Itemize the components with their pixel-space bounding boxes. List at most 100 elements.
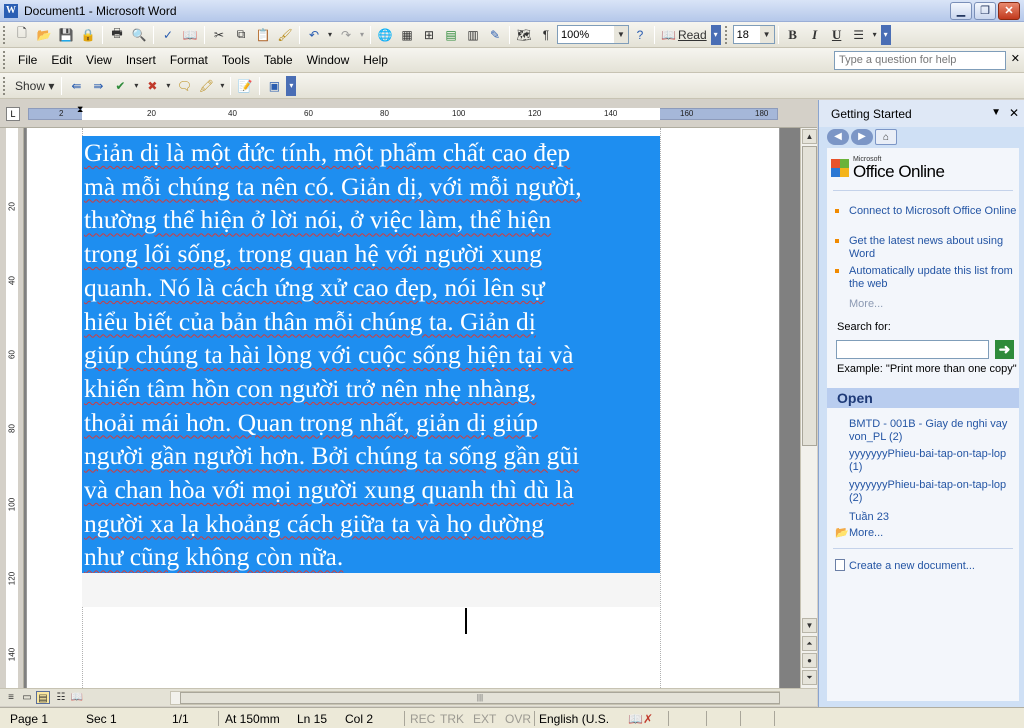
previous-change-icon[interactable]: ⇚ (66, 76, 86, 96)
status-rec[interactable]: REC (410, 712, 435, 726)
undo-dropdown-icon[interactable]: ▾ (326, 25, 334, 45)
create-new-document-link[interactable]: Create a new document... (849, 560, 1019, 573)
show-hide-icon[interactable]: ¶ (536, 25, 556, 45)
read-icon[interactable]: 📖 Read (659, 25, 709, 45)
accept-change-icon[interactable]: ✔ (110, 76, 130, 96)
menu-format[interactable]: Format (163, 53, 215, 67)
insert-table-icon[interactable]: ⊞ (419, 25, 439, 45)
recent-file[interactable]: yyyyyyyPhieu-bai-tap-on-tap-lop (2) (849, 479, 1019, 505)
line-spacing-icon[interactable]: ☰ (849, 25, 869, 45)
print-layout-icon[interactable]: ▤ (36, 691, 50, 704)
highlight-icon[interactable]: 🖍 (196, 76, 216, 96)
font-size-select[interactable]: 18 ▼ (732, 25, 775, 44)
recent-file[interactable]: Tuần 23 (849, 511, 1019, 524)
restore-button[interactable]: ❐ (974, 2, 996, 20)
vertical-scrollbar[interactable]: ▲ ▼ ⏶ ● ⏷ (800, 128, 817, 688)
spelling-status-icon[interactable]: 📖✗ (628, 712, 653, 726)
vertical-scroll-thumb[interactable] (802, 146, 817, 446)
toolbar-grip[interactable] (724, 25, 729, 44)
toolbar-options-icon[interactable]: ▾ (880, 24, 891, 45)
task-pane-menu-icon[interactable]: ▼ (991, 107, 1001, 118)
redo-dropdown-icon[interactable]: ▾ (358, 25, 366, 45)
read-label[interactable]: Read (678, 28, 707, 42)
task-pane-close-icon[interactable]: ✕ (1009, 106, 1019, 120)
menu-edit[interactable]: Edit (44, 53, 79, 67)
menu-tools[interactable]: Tools (215, 53, 257, 67)
highlight-dropdown-icon[interactable]: ▾ (218, 76, 226, 96)
status-ext[interactable]: EXT (473, 712, 496, 726)
format-painter-icon[interactable]: 🖌 (275, 25, 295, 45)
forward-icon[interactable]: ▶ (851, 129, 873, 145)
scroll-up-icon[interactable]: ▲ (802, 129, 817, 144)
task-pane-title[interactable]: Getting Started (831, 107, 912, 121)
document-map-icon[interactable]: 🗺 (514, 25, 534, 45)
cut-icon[interactable]: ✂ (209, 25, 229, 45)
insert-comment-icon[interactable]: 🗨 (174, 76, 194, 96)
redo-icon[interactable]: ↷ (336, 25, 356, 45)
print-preview-icon[interactable]: 🔍 (129, 25, 149, 45)
recent-file[interactable]: BMTD - 001B - Giay de nghi vay von_PL (2… (849, 418, 1019, 444)
undo-icon[interactable]: ↶ (304, 25, 324, 45)
reading-layout-icon[interactable]: 📖 (70, 691, 84, 704)
recent-file[interactable]: yyyyyyyPhieu-bai-tap-on-tap-lop (1) (849, 448, 1019, 474)
zoom-select[interactable]: 100% ▼ (557, 25, 629, 44)
word-app-icon[interactable]: W (4, 3, 18, 18)
toolbar-grip[interactable] (3, 25, 7, 44)
menu-file[interactable]: File (11, 53, 44, 67)
previous-page-icon[interactable]: ⏶ (802, 636, 817, 651)
document-body[interactable]: Giản dị là một đức tính, một phẩm chất c… (84, 136, 658, 574)
office-online-logo[interactable]: Microsoft Office Online (831, 156, 945, 180)
research-icon[interactable]: 📖 (180, 25, 200, 45)
back-icon[interactable]: ◀ (827, 129, 849, 145)
status-trk[interactable]: TRK (440, 712, 464, 726)
close-document-icon[interactable]: ✕ (1011, 52, 1020, 65)
link-auto-update[interactable]: Automatically update this list from the … (849, 265, 1019, 291)
copy-icon[interactable]: ⧉ (231, 25, 251, 45)
close-button[interactable]: ✕ (998, 2, 1020, 20)
track-changes-icon[interactable]: 📝 (235, 76, 255, 96)
home-icon[interactable]: ⌂ (875, 129, 897, 145)
print-icon[interactable]: 🖶 (107, 25, 127, 45)
horizontal-scroll-thumb[interactable]: ||| (180, 692, 780, 704)
link-latest-news[interactable]: Get the latest news about using Word (849, 235, 1019, 261)
menu-grip[interactable] (3, 51, 7, 69)
menu-table[interactable]: Table (257, 53, 300, 67)
drawing-icon[interactable]: ✎ (485, 25, 505, 45)
permission-icon[interactable]: 🔒 (78, 25, 98, 45)
toolbar-options-icon[interactable]: ▾ (710, 24, 721, 45)
more-link[interactable]: More... (849, 298, 883, 310)
minimize-button[interactable]: ▁ (950, 2, 972, 20)
open-more-link[interactable]: More... (849, 527, 1019, 540)
toolbar-options-icon[interactable]: ▾ (286, 75, 297, 96)
help-icon[interactable]: ? (630, 25, 650, 45)
indent-marker-icon[interactable]: ⧗ (77, 104, 83, 115)
link-connect-office-online[interactable]: Connect to Microsoft Office Online (849, 205, 1019, 218)
italic-button[interactable]: I (805, 25, 825, 45)
tab-selector-icon[interactable]: L (6, 107, 20, 121)
chevron-down-icon[interactable]: ▼ (614, 26, 628, 43)
new-document-icon[interactable]: 🗋 (12, 25, 32, 45)
save-icon[interactable]: 💾 (56, 25, 76, 45)
normal-view-icon[interactable]: ≡ (4, 691, 18, 704)
reject-dropdown-icon[interactable]: ▾ (164, 76, 172, 96)
next-change-icon[interactable]: ⇛ (88, 76, 108, 96)
line-spacing-dropdown-icon[interactable]: ▾ (871, 25, 879, 45)
spelling-icon[interactable]: ✓ (158, 25, 178, 45)
underline-button[interactable]: U (827, 25, 847, 45)
horizontal-ruler[interactable]: L 2 20 40 60 80 100 120 140 160 180 ⧗ (0, 100, 817, 128)
accept-dropdown-icon[interactable]: ▾ (132, 76, 140, 96)
search-input[interactable] (836, 340, 989, 359)
menu-window[interactable]: Window (300, 53, 357, 67)
open-folder-icon[interactable]: 📂 (34, 25, 54, 45)
chevron-down-icon[interactable]: ▼ (759, 26, 774, 43)
menu-insert[interactable]: Insert (119, 53, 163, 67)
next-page-icon[interactable]: ⏷ (802, 670, 817, 685)
scroll-down-icon[interactable]: ▼ (802, 618, 817, 633)
search-go-icon[interactable]: ➜ (995, 340, 1014, 359)
toolbar-grip[interactable] (3, 76, 7, 95)
show-markup-button[interactable]: Show ▾ (12, 76, 57, 96)
reviewing-pane-icon[interactable]: ▣ (264, 76, 284, 96)
columns-icon[interactable]: ▥ (463, 25, 483, 45)
status-language[interactable]: English (U.S. (539, 712, 609, 726)
reject-change-icon[interactable]: ✖ (142, 76, 162, 96)
